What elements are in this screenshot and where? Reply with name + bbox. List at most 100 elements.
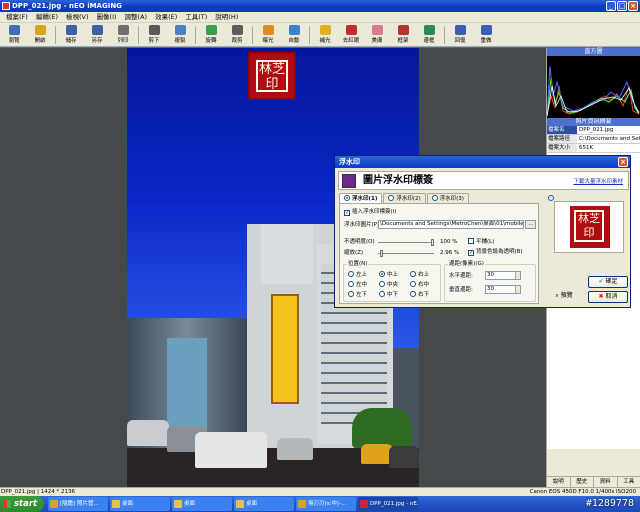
- toolbar-button-16[interactable]: 回復: [448, 24, 472, 46]
- menu-item[interactable]: 工具(T): [181, 12, 211, 23]
- taskbar-task[interactable]: DPP_021.jpg - nE...: [358, 497, 418, 511]
- position-radio[interactable]: [379, 271, 385, 277]
- position-option[interactable]: 右下: [410, 291, 429, 299]
- menu-item[interactable]: 效果(E): [151, 12, 181, 23]
- menu-item[interactable]: 編輯(E): [32, 12, 62, 23]
- tab-radio-icon: [388, 195, 395, 201]
- toolbar-button-6[interactable]: 複製: [168, 24, 192, 46]
- ok-button[interactable]: ✔ 確定: [588, 276, 628, 288]
- v-margin-spinner[interactable]: [515, 286, 520, 293]
- minimize-button[interactable]: _: [606, 1, 616, 11]
- position-radio[interactable]: [410, 281, 416, 287]
- toolbar-button-0[interactable]: 瀏覽: [2, 24, 26, 46]
- toolbar-button-13[interactable]: 美膚: [365, 24, 389, 46]
- toolbar-button-14[interactable]: 框架: [391, 24, 415, 46]
- magnifier-icon: ⌕: [555, 292, 561, 299]
- position-option[interactable]: 右中: [410, 281, 429, 289]
- position-option[interactable]: 中央: [379, 281, 398, 289]
- position-radio[interactable]: [379, 291, 385, 297]
- h-margin-spinner[interactable]: [515, 272, 520, 279]
- toolbar-button-10[interactable]: 自動: [282, 24, 306, 46]
- scale-slider-thumb[interactable]: [379, 250, 383, 257]
- toolbar-button-label: 另存: [91, 38, 103, 44]
- insert-watermark-checkbox[interactable]: ✓: [344, 210, 350, 216]
- position-option[interactable]: 左中: [348, 281, 367, 289]
- histogram-graph: [547, 65, 640, 117]
- position-radio[interactable]: [410, 271, 416, 277]
- menu-bar: 檔案(F) 編輯(E) 檢視(V) 圖像(I) 調整(A) 效果(E) 工具(T) 說明(H): [0, 12, 640, 23]
- position-label: 位置(N): [347, 261, 369, 268]
- photo-car: [389, 446, 419, 468]
- tile-row[interactable]: 平鋪(L): [468, 238, 494, 246]
- position-option[interactable]: 左上: [348, 271, 367, 279]
- toolbar-button-17[interactable]: 重做: [474, 24, 498, 46]
- toolbar-button-2[interactable]: 儲存: [59, 24, 83, 46]
- position-option[interactable]: 左下: [348, 291, 367, 299]
- scale-slider[interactable]: [378, 250, 434, 257]
- toolbar-button-9[interactable]: 曝光: [256, 24, 280, 46]
- transparent-label: 背景色設為透明(B): [476, 249, 523, 255]
- position-radio[interactable]: [379, 281, 385, 287]
- panel-tab[interactable]: 歷史: [571, 477, 594, 487]
- browse-file-button[interactable]: …: [525, 220, 536, 229]
- taskbar-task[interactable]: 桌面: [234, 497, 294, 511]
- h-margin-input[interactable]: 30: [485, 271, 521, 280]
- toolbar-button-11[interactable]: 補光: [313, 24, 337, 46]
- tab-watermark-3[interactable]: 浮水印(3): [426, 193, 469, 203]
- cancel-button[interactable]: ✖ 取消: [588, 291, 628, 303]
- watermark-file-field[interactable]: \Documents and Settings\MetroChen\桌面\01\…: [378, 220, 524, 229]
- panel-tab[interactable]: 資料: [594, 477, 618, 487]
- taskbar-task[interactable]: 桌面: [110, 497, 170, 511]
- panel-tab[interactable]: 工具: [618, 477, 640, 487]
- start-button[interactable]: start: [0, 496, 44, 512]
- position-option[interactable]: 中上: [379, 271, 398, 279]
- browse-icon: [8, 25, 20, 35]
- transparent-row[interactable]: ✓ 背景色設為透明(B): [468, 248, 523, 256]
- tab-label: 浮水印(2): [396, 196, 421, 202]
- v-margin-input[interactable]: 30: [485, 285, 521, 294]
- tab-watermark-2[interactable]: 浮水印(2): [383, 193, 426, 203]
- tile-checkbox[interactable]: [468, 238, 474, 244]
- info-value: C:\Documents and Settings: [577, 135, 640, 143]
- toolbar-separator: [195, 26, 196, 44]
- insert-watermark-row[interactable]: ✓ 插入浮水印標簽(I): [344, 208, 396, 216]
- photo-car: [195, 432, 267, 468]
- position-radio[interactable]: [410, 291, 416, 297]
- toolbar-button-12[interactable]: 去紅眼: [339, 24, 363, 46]
- close-button[interactable]: ×: [628, 1, 638, 11]
- position-radio[interactable]: [348, 281, 354, 287]
- taskbar-task[interactable]: 桌面: [172, 497, 232, 511]
- position-option[interactable]: 中下: [379, 291, 398, 299]
- menu-item[interactable]: 圖像(I): [93, 12, 121, 23]
- download-watermark-link[interactable]: 下載大量浮水印素材: [573, 177, 623, 185]
- position-option[interactable]: 右上: [410, 271, 429, 279]
- taskbar: start [隨鑑] 照片管... 桌面 桌面 桌面 無刃刃(s:中)-... DPP_0…: [0, 496, 640, 512]
- menu-item[interactable]: 檢視(V): [62, 12, 93, 23]
- opacity-slider[interactable]: [378, 239, 434, 246]
- task-icon: [174, 500, 182, 508]
- position-radio[interactable]: [348, 271, 354, 277]
- opacity-slider-thumb[interactable]: [431, 239, 434, 246]
- toolbar-separator: [252, 26, 253, 44]
- panel-tab[interactable]: 說明: [547, 477, 571, 487]
- toolbar-button-5[interactable]: 剪下: [142, 24, 166, 46]
- preview-button[interactable]: ⌕ 預覽: [547, 291, 581, 303]
- taskbar-task[interactable]: 無刃刃(s:中)-...: [296, 497, 356, 511]
- tab-watermark-1[interactable]: 浮水印(1): [339, 193, 383, 203]
- toolbar-button-3[interactable]: 另存: [85, 24, 109, 46]
- toolbar-button-4[interactable]: 列印: [111, 24, 135, 46]
- toolbar-button-8[interactable]: 裁剪: [225, 24, 249, 46]
- dialog-close-button[interactable]: ×: [618, 157, 628, 167]
- task-icon: [236, 500, 244, 508]
- transparent-checkbox[interactable]: ✓: [468, 250, 474, 256]
- toolbar-button-1[interactable]: 開啟: [28, 24, 52, 46]
- toolbar-button-15[interactable]: 邊框: [417, 24, 441, 46]
- watermark-stamp[interactable]: 林芝印: [248, 52, 296, 100]
- menu-item[interactable]: 調整(A): [121, 12, 152, 23]
- maximize-button[interactable]: □: [617, 1, 627, 11]
- taskbar-task[interactable]: [隨鑑] 照片管...: [48, 497, 108, 511]
- position-radio[interactable]: [348, 291, 354, 297]
- menu-item[interactable]: 說明(H): [211, 12, 242, 23]
- toolbar-button-7[interactable]: 旋轉: [199, 24, 223, 46]
- menu-item[interactable]: 檔案(F): [2, 12, 32, 23]
